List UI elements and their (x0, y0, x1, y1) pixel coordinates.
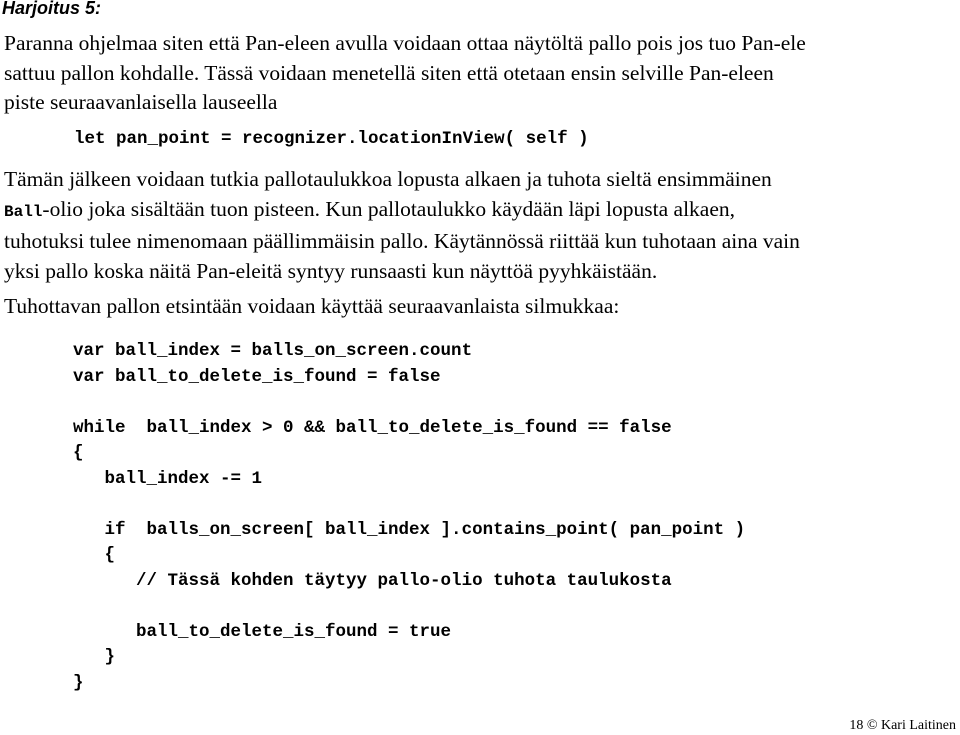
code-line: if balls_on_screen[ ball_index ].contain… (73, 519, 746, 540)
explanation-line: Tämän jälkeen voidaan tutkia pallotauluk… (4, 167, 772, 191)
page-footer: 18 © Kari Laitinen (849, 718, 956, 734)
page-number: 18 (849, 718, 864, 733)
inline-code-ball: Ball (4, 202, 43, 221)
exercise-heading: Harjoitus 5: (2, 0, 102, 18)
code-line: { (73, 545, 116, 565)
code-line: { (73, 443, 84, 463)
explanation-line: yksi pallo koska näitä Pan-eleitä syntyy… (4, 258, 658, 283)
copyright: © Kari Laitinen (866, 718, 956, 733)
loop-intro: Tuhottavan pallon etsintään voidaan käyt… (4, 294, 620, 318)
intro-line: Paranna ohjelmaa siten että Pan-eleen av… (4, 31, 806, 55)
code-block: var ball_index = balls_on_screen.countva… (73, 339, 745, 696)
intro-line: piste seuraavanlaisella lauseella (4, 90, 278, 114)
code-line: ball_index -= 1 (73, 468, 263, 489)
explanation-line: tuhotuksi tulee nimenomaan päällimmäisin… (4, 229, 800, 253)
explanation-text: -olio joka sisältään tuon pisteen. Kun p… (42, 196, 736, 221)
code-line: var ball_index = balls_on_screen.count (73, 341, 473, 361)
explanation-line: Ball-olio joka sisältään tuon pisteen. K… (4, 195, 800, 228)
intro-line: sattuu pallon kohdalle. Tässä voidaan me… (4, 60, 774, 85)
code-line: var ball_to_delete_is_found = false (73, 366, 441, 387)
code-line: } (73, 672, 84, 693)
intro-paragraph: Paranna ohjelmaa siten että Pan-eleen av… (4, 29, 806, 118)
code-line: // Tässä kohden täytyy pallo-olio tuhota… (73, 570, 672, 591)
explanation-paragraph: Tämän jälkeen voidaan tutkia pallotauluk… (4, 165, 800, 286)
code-line: } (73, 647, 116, 667)
code-line: while ball_index > 0 && ball_to_delete_i… (73, 417, 672, 438)
code-statement: let pan_point = recognizer.locationInVie… (74, 129, 589, 149)
code-line: ball_to_delete_is_found = true (73, 621, 452, 642)
